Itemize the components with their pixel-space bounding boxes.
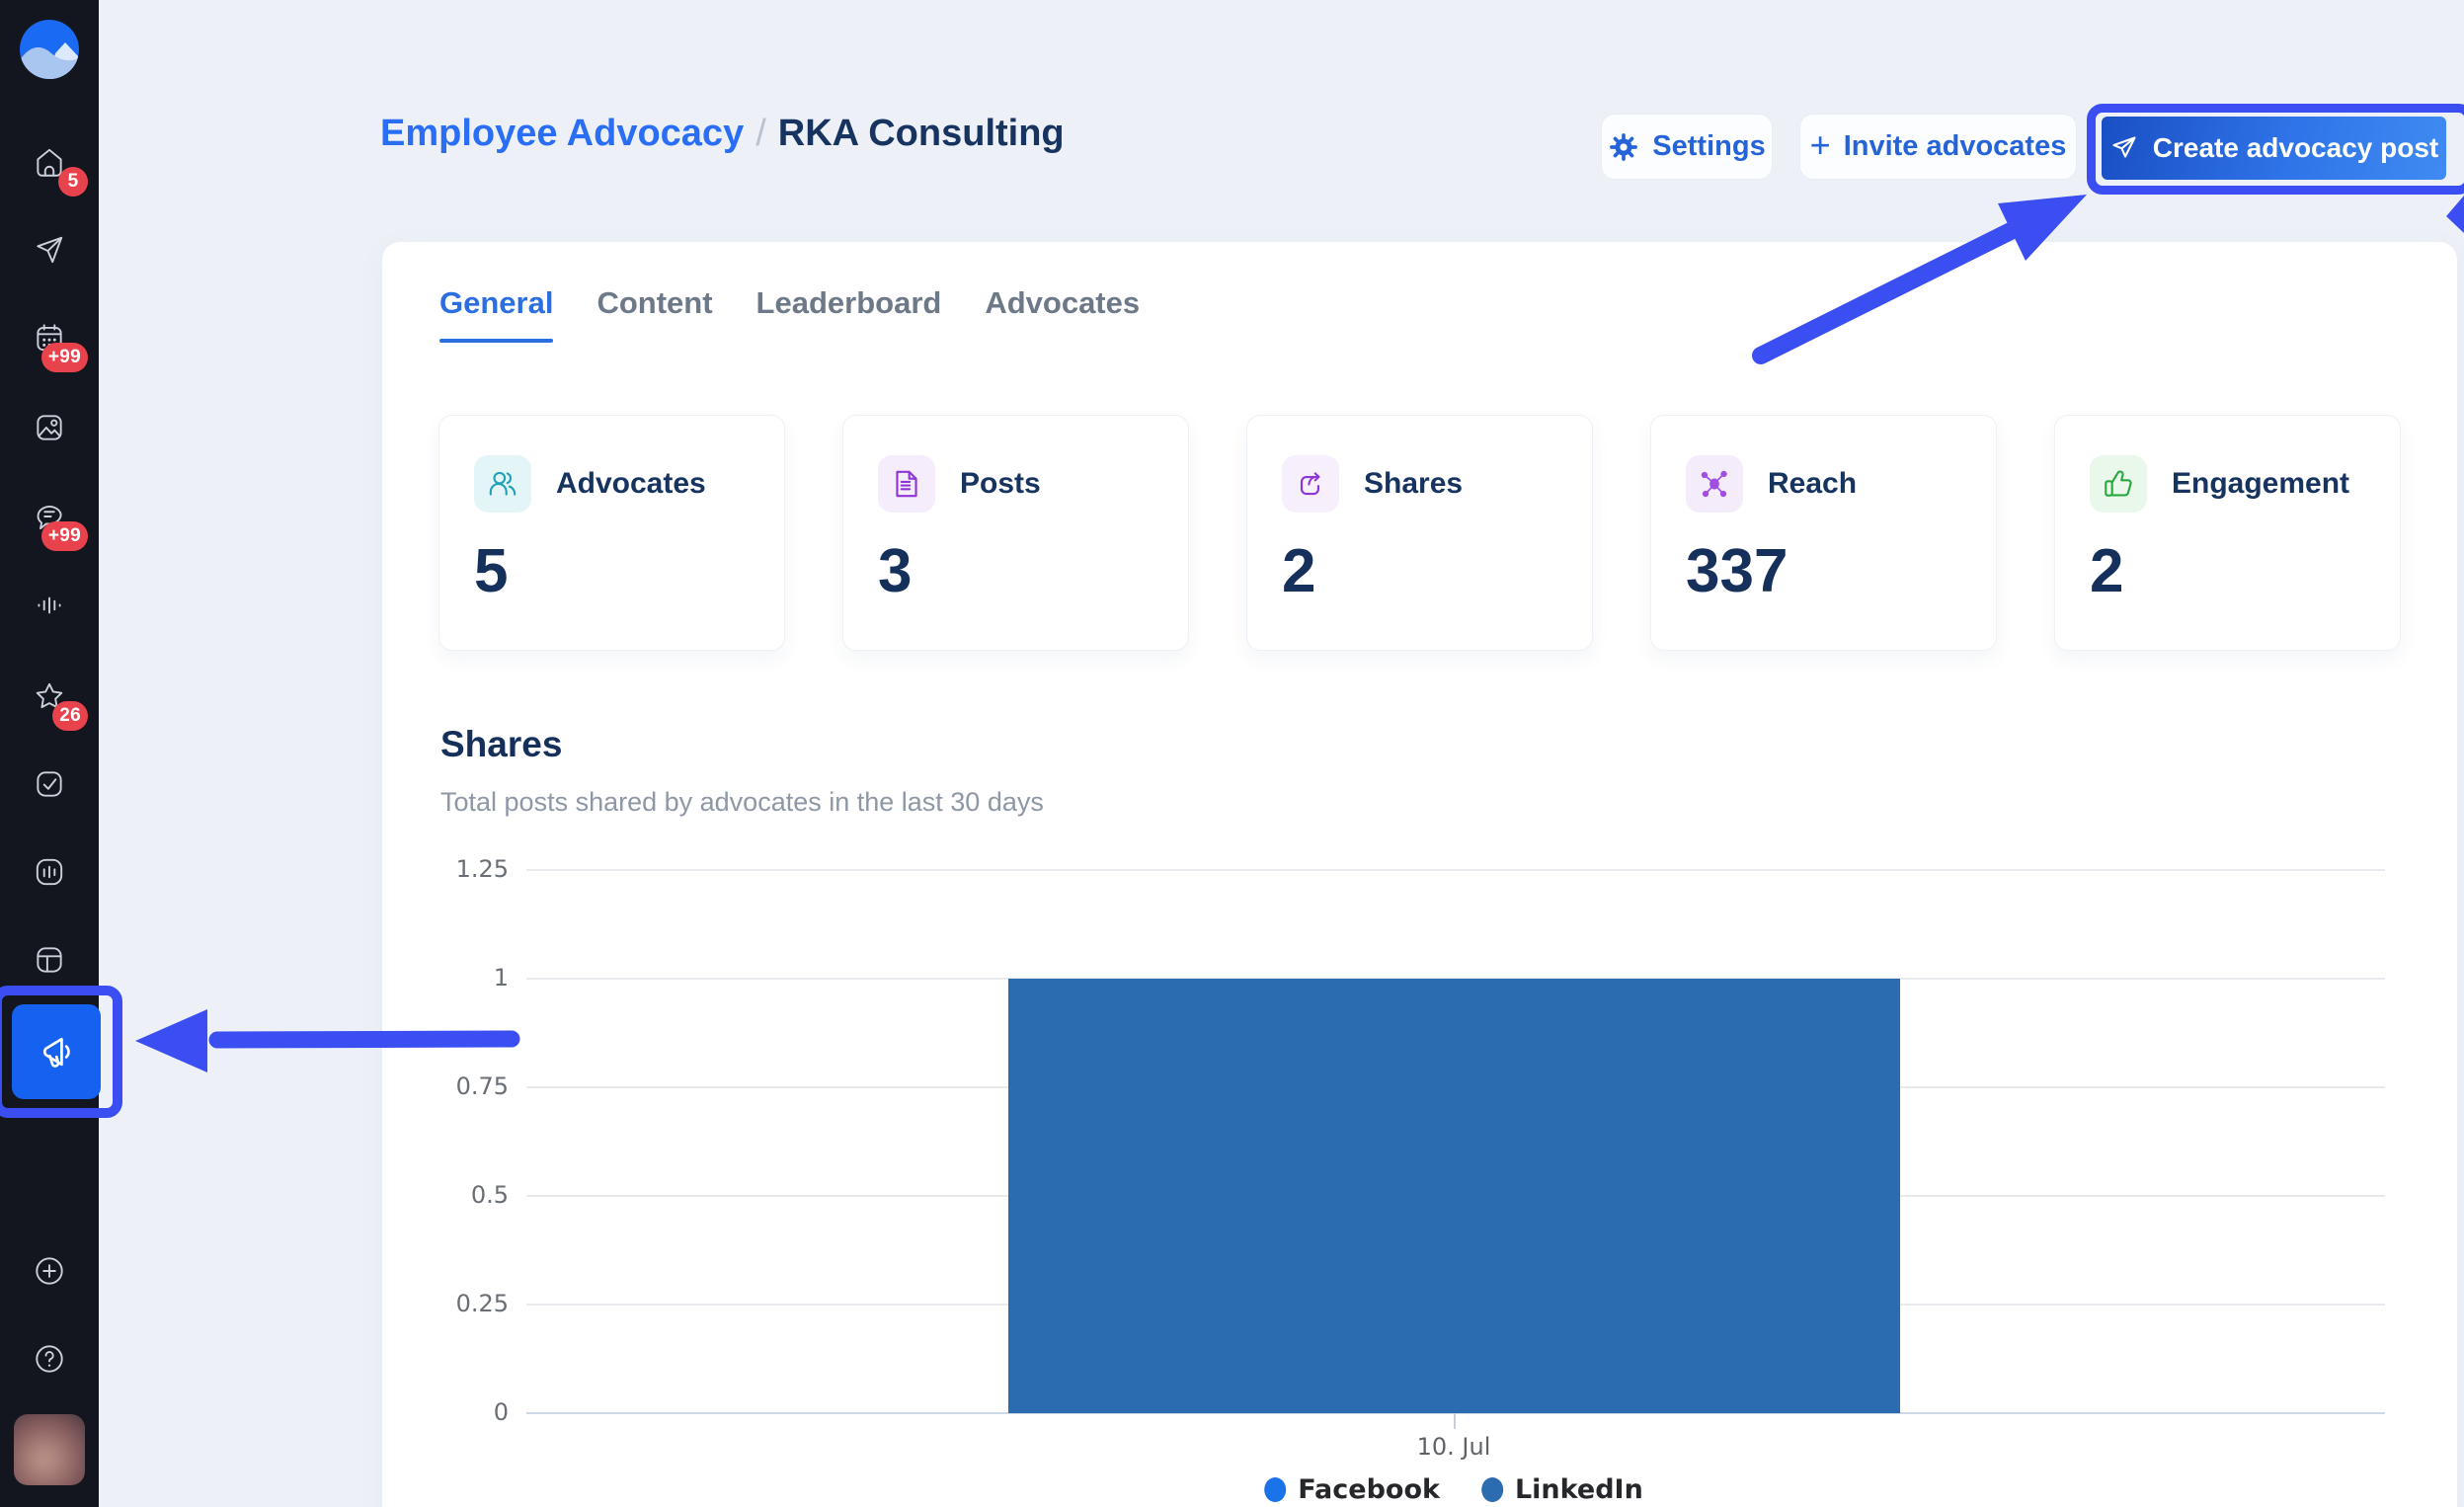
legend-label: Facebook bbox=[1298, 1474, 1440, 1505]
sidebar: 5 +99 +99 26 bbox=[0, 0, 99, 1507]
y-axis-tick-label: 1.25 bbox=[400, 855, 509, 883]
sidebar-item-tasks[interactable] bbox=[27, 761, 72, 807]
legend-item-linkedin[interactable]: LinkedIn bbox=[1481, 1474, 1643, 1505]
invite-advocates-button[interactable]: + Invite advocates bbox=[1799, 114, 2077, 180]
plus-icon: + bbox=[1810, 127, 1831, 163]
breadcrumb: Employee Advocacy/RKA Consulting bbox=[380, 113, 1065, 155]
legend-dot-icon bbox=[1481, 1477, 1503, 1502]
cursor-fragment-icon bbox=[2446, 196, 2464, 233]
shares-bar-chart: 0 0.25 0.5 0.75 1 1.25 10. Jul Facebook LinkedIn bbox=[382, 242, 2457, 1507]
sidebar-item-advocacy[interactable] bbox=[12, 1004, 101, 1099]
x-axis-tick-label: 10. Jul bbox=[1417, 1433, 1491, 1461]
megaphone-icon bbox=[34, 1029, 79, 1074]
sidebar-item-publish[interactable] bbox=[27, 227, 72, 273]
gridline-y-1.25 bbox=[526, 869, 2385, 871]
settings-label: Settings bbox=[1652, 130, 1765, 163]
sidebar-item-favorites[interactable]: 26 bbox=[27, 674, 72, 719]
y-axis-tick-label: 0.75 bbox=[400, 1072, 509, 1100]
sidebar-item-boards[interactable] bbox=[27, 937, 72, 983]
calendar-badge: +99 bbox=[41, 343, 88, 372]
sidebar-item-media[interactable] bbox=[27, 405, 72, 450]
sidebar-item-home[interactable]: 5 bbox=[27, 139, 72, 185]
messages-badge: +99 bbox=[41, 521, 88, 551]
send-icon bbox=[2109, 133, 2139, 163]
home-badge: 5 bbox=[58, 167, 88, 197]
y-axis-tick-label: 1 bbox=[400, 964, 509, 991]
settings-button[interactable]: Settings bbox=[1601, 114, 1773, 180]
sidebar-item-reports[interactable] bbox=[27, 849, 72, 895]
invite-label: Invite advocates bbox=[1844, 130, 2067, 163]
x-axis-tickmark bbox=[1454, 1413, 1456, 1429]
main-panel: General Content Leaderboard Advocates Ad… bbox=[382, 242, 2457, 1507]
user-avatar[interactable] bbox=[14, 1414, 85, 1485]
create-label: Create advocacy post bbox=[2153, 132, 2438, 164]
y-axis-tick-label: 0 bbox=[400, 1398, 509, 1426]
page-title: RKA Consulting bbox=[778, 113, 1065, 154]
avatar-image bbox=[14, 1414, 85, 1485]
chart-legend: Facebook LinkedIn bbox=[1264, 1474, 1643, 1505]
sidebar-item-add[interactable] bbox=[27, 1248, 72, 1294]
legend-dot-icon bbox=[1264, 1477, 1286, 1502]
favorites-badge: 26 bbox=[52, 701, 88, 731]
y-axis-tick-label: 0.5 bbox=[400, 1181, 509, 1209]
y-axis-tick-label: 0.25 bbox=[400, 1290, 509, 1317]
sidebar-item-calendar[interactable]: +99 bbox=[27, 315, 72, 360]
breadcrumb-parent-link[interactable]: Employee Advocacy bbox=[380, 113, 744, 154]
gear-icon bbox=[1608, 131, 1639, 163]
create-advocacy-post-button[interactable]: Create advocacy post bbox=[2102, 117, 2446, 180]
sidebar-item-messages[interactable]: +99 bbox=[27, 494, 72, 539]
chart-bar-linkedin[interactable] bbox=[1008, 979, 1900, 1413]
breadcrumb-separator: / bbox=[744, 113, 778, 154]
sidebar-item-help[interactable] bbox=[27, 1336, 72, 1382]
legend-label: LinkedIn bbox=[1515, 1474, 1643, 1505]
app-logo-icon[interactable] bbox=[20, 20, 79, 79]
sidebar-item-audio[interactable] bbox=[27, 583, 72, 628]
legend-item-facebook[interactable]: Facebook bbox=[1264, 1474, 1440, 1505]
